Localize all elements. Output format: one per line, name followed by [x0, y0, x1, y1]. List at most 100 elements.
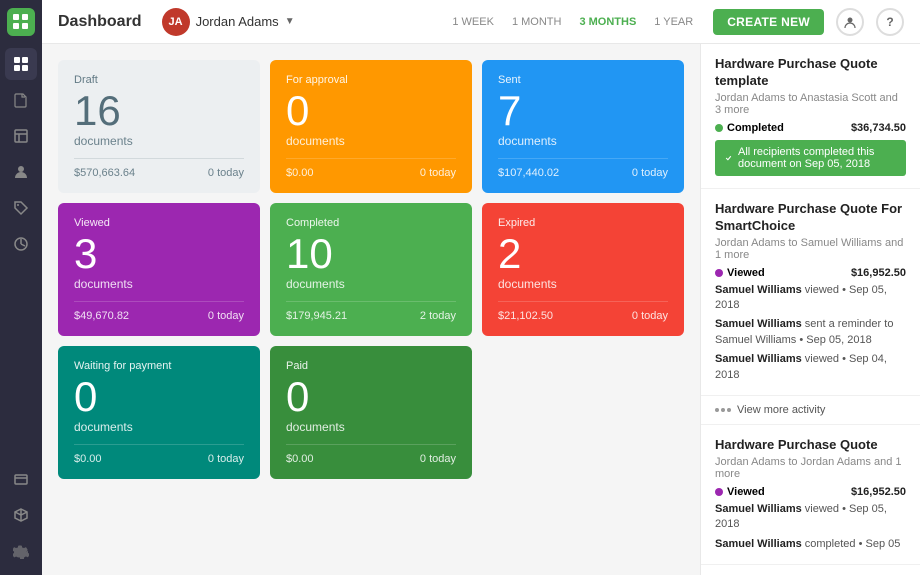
app-logo[interactable]	[7, 8, 35, 36]
main-area: Dashboard JA Jordan Adams ▼ 1 WEEK 1 MON…	[42, 0, 920, 575]
sidebar-item-documents[interactable]	[5, 84, 37, 116]
card-sent-amount: $107,440.02	[498, 167, 559, 179]
activity-log-3: Samuel Williams viewed • Sep 04, 2018	[715, 352, 906, 383]
status-amount-hw-template: $36,734.50	[851, 122, 906, 134]
card-expired-amount: $21,102.50	[498, 310, 553, 322]
card-paid[interactable]: Paid 0 documents $0.00 0 today	[270, 346, 472, 479]
status-amount-hw-jordan: $16,952.50	[851, 486, 906, 498]
activity-title-hw-jordan: Hardware Purchase Quote	[715, 437, 906, 454]
help-button[interactable]: ?	[876, 8, 904, 36]
card-expired-count: 2	[498, 233, 668, 275]
sidebar-item-settings[interactable]	[5, 535, 37, 567]
card-sent-today: 0 today	[632, 167, 668, 179]
status-amount-hw-smartchoice: $16,952.50	[851, 267, 906, 279]
sidebar	[0, 0, 42, 575]
card-viewed-today: 0 today	[208, 310, 244, 322]
card-paid-today: 0 today	[420, 453, 456, 465]
card-waiting[interactable]: Waiting for payment 0 documents $0.00 0 …	[58, 346, 260, 479]
card-waiting-label: Waiting for payment	[74, 360, 244, 372]
card-draft-today: 0 today	[208, 167, 244, 179]
more-dots-icon	[715, 408, 731, 412]
status-dot-completed	[715, 124, 723, 132]
card-completed-today: 2 today	[420, 310, 456, 322]
sidebar-item-dashboard[interactable]	[5, 48, 37, 80]
filter-1year[interactable]: 1 YEAR	[646, 12, 701, 32]
sidebar-item-contacts[interactable]	[5, 156, 37, 188]
activity-log-1: Samuel Williams viewed • Sep 05, 2018	[715, 283, 906, 314]
activity-subtitle-hw-smartchoice: Jordan Adams to Samuel Williams and 1 mo…	[715, 237, 906, 261]
card-expired-footer: $21,102.50 0 today	[498, 301, 668, 322]
card-completed-footer: $179,945.21 2 today	[286, 301, 456, 322]
card-paid-label: Paid	[286, 360, 456, 372]
card-expired-today: 0 today	[632, 310, 668, 322]
card-draft-amount: $570,663.64	[74, 167, 135, 179]
card-sent[interactable]: Sent 7 documents $107,440.02 0 today	[482, 60, 684, 193]
card-viewed[interactable]: Viewed 3 documents $49,670.82 0 today	[58, 203, 260, 336]
activity-log-2: Samuel Williams sent a reminder to Samue…	[715, 317, 906, 348]
time-filters: 1 WEEK 1 MONTH 3 MONTHS 1 YEAR	[444, 12, 701, 32]
user-selector[interactable]: JA Jordan Adams ▼	[162, 8, 295, 36]
activity-subtitle-hw-template: Jordan Adams to Anastasia Scott and 3 mo…	[715, 92, 906, 116]
filter-3months[interactable]: 3 MONTHS	[571, 12, 644, 32]
page-title: Dashboard	[58, 13, 142, 31]
card-waiting-count: 0	[74, 376, 244, 418]
activity-panel: Hardware Purchase Quote template Jordan …	[700, 44, 920, 575]
card-approval-amount: $0.00	[286, 167, 314, 179]
dashboard-grid: Draft 16 documents $570,663.64 0 today F…	[42, 44, 700, 575]
sidebar-item-3d[interactable]	[5, 499, 37, 531]
card-waiting-docs: documents	[74, 420, 244, 434]
card-completed-label: Completed	[286, 217, 456, 229]
header: Dashboard JA Jordan Adams ▼ 1 WEEK 1 MON…	[42, 0, 920, 44]
activity-status-hw-template: Completed $36,734.50	[715, 122, 906, 134]
log-actor-5: Samuel Williams	[715, 538, 802, 550]
card-completed[interactable]: Completed 10 documents $179,945.21 2 tod…	[270, 203, 472, 336]
avatar: JA	[162, 8, 190, 36]
view-more-activity[interactable]: View more activity	[701, 396, 920, 425]
card-completed-amount: $179,945.21	[286, 310, 347, 322]
log-actor-4: Samuel Williams	[715, 503, 802, 515]
card-paid-footer: $0.00 0 today	[286, 444, 456, 465]
create-new-button[interactable]: CREATE NEW	[713, 9, 824, 35]
card-expired[interactable]: Expired 2 documents $21,102.50 0 today	[482, 203, 684, 336]
card-viewed-footer: $49,670.82 0 today	[74, 301, 244, 322]
status-dot-viewed-jordan	[715, 488, 723, 496]
activity-log-5: Samuel Williams completed • Sep 05	[715, 537, 906, 552]
activity-item-hw-smartchoice[interactable]: Hardware Purchase Quote For SmartChoice …	[701, 189, 920, 396]
activity-status-hw-jordan: Viewed $16,952.50	[715, 486, 906, 498]
sidebar-item-tags[interactable]	[5, 192, 37, 224]
sidebar-item-inbox[interactable]	[5, 463, 37, 495]
card-waiting-today: 0 today	[208, 453, 244, 465]
card-approval-footer: $0.00 0 today	[286, 158, 456, 179]
activity-log-4: Samuel Williams viewed • Sep 05, 2018	[715, 502, 906, 533]
activity-status-hw-smartchoice: Viewed $16,952.50	[715, 267, 906, 279]
card-draft[interactable]: Draft 16 documents $570,663.64 0 today	[58, 60, 260, 193]
activity-item-hw-template[interactable]: Hardware Purchase Quote template Jordan …	[701, 44, 920, 189]
activity-item-hw-jordan[interactable]: Hardware Purchase Quote Jordan Adams to …	[701, 425, 920, 565]
card-draft-count: 16	[74, 90, 244, 132]
user-profile-button[interactable]	[836, 8, 864, 36]
completed-banner: All recipients completed this document o…	[715, 140, 906, 176]
filter-1week[interactable]: 1 WEEK	[444, 12, 502, 32]
log-actor-2: Samuel Williams	[715, 318, 802, 330]
filter-1month[interactable]: 1 MONTH	[504, 12, 570, 32]
card-paid-docs: documents	[286, 420, 456, 434]
view-more-label: View more activity	[737, 404, 825, 416]
card-waiting-footer: $0.00 0 today	[74, 444, 244, 465]
card-sent-label: Sent	[498, 74, 668, 86]
chevron-down-icon: ▼	[285, 16, 295, 27]
status-dot-viewed	[715, 269, 723, 277]
card-viewed-label: Viewed	[74, 217, 244, 229]
status-label-hw-smartchoice: Viewed	[727, 267, 765, 279]
log-actor-1: Samuel Williams	[715, 284, 802, 296]
card-approval[interactable]: For approval 0 documents $0.00 0 today	[270, 60, 472, 193]
card-viewed-count: 3	[74, 233, 244, 275]
card-sent-count: 7	[498, 90, 668, 132]
sidebar-item-templates[interactable]	[5, 120, 37, 152]
card-paid-amount: $0.00	[286, 453, 314, 465]
activity-title-hw-template: Hardware Purchase Quote template	[715, 56, 906, 90]
user-name: Jordan Adams	[196, 14, 279, 29]
log-actor-3: Samuel Williams	[715, 353, 802, 365]
sidebar-item-reports[interactable]	[5, 228, 37, 260]
card-approval-count: 0	[286, 90, 456, 132]
card-completed-count: 10	[286, 233, 456, 275]
